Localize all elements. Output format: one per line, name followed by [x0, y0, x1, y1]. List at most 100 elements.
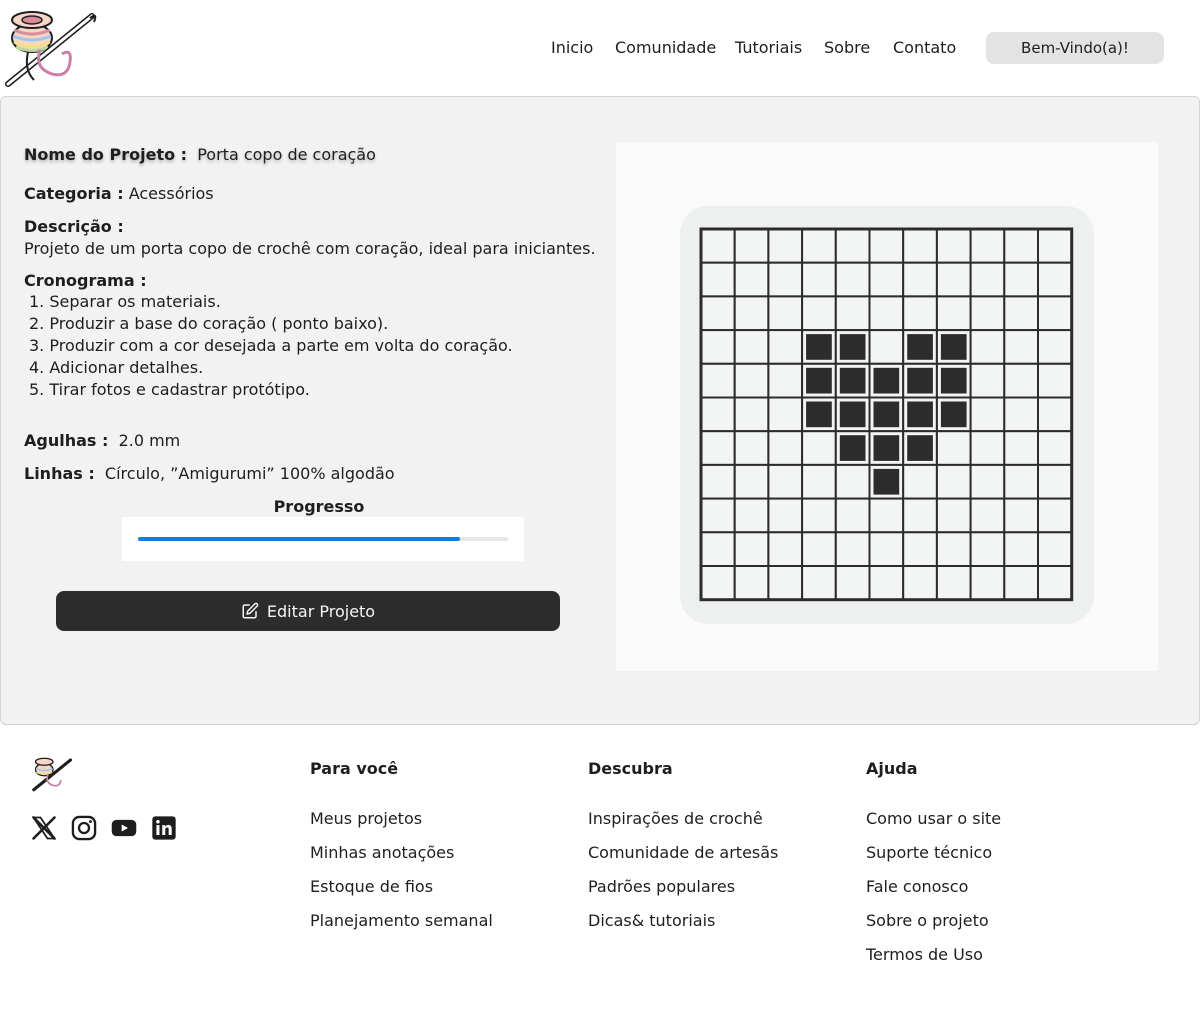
youtube-icon[interactable] — [110, 814, 138, 842]
pattern-cell-filled — [907, 367, 933, 394]
pattern-cell — [700, 295, 736, 332]
description-label: Descrição : — [24, 217, 124, 236]
pattern-cell — [767, 396, 804, 433]
footer-link-sobre-o-projeto[interactable]: Sobre o projeto — [866, 911, 989, 930]
pattern-cell — [767, 531, 804, 567]
pattern-cell — [767, 329, 804, 365]
pattern-cell-filled — [839, 435, 866, 461]
pattern-cell — [1037, 531, 1073, 567]
welcome-button[interactable]: Bem-Vindo(a)! — [986, 32, 1164, 64]
pattern-cell — [1003, 497, 1039, 534]
pattern-cell — [1003, 396, 1039, 433]
pattern-cell — [767, 430, 804, 466]
pattern-cell — [767, 497, 804, 534]
pattern-cell — [902, 295, 938, 332]
footer-link-planejamento-semanal[interactable]: Planejamento semanal — [310, 911, 493, 930]
site-header: Inicio Comunidade Tutoriais Sobre Contat… — [0, 0, 1200, 96]
pattern-cell — [767, 295, 804, 332]
nav-inicio[interactable]: Inicio — [551, 38, 593, 57]
pattern-cell — [733, 261, 770, 298]
pattern-cell — [733, 295, 770, 332]
footer-link-suporte-tecnico[interactable]: Suporte técnico — [866, 843, 992, 862]
pattern-cell-filled — [940, 401, 967, 428]
footer-link-fale-conosco[interactable]: Fale conosco — [866, 877, 968, 896]
pattern-cell — [801, 228, 837, 264]
project-name-value: Porta copo de coração — [197, 145, 376, 164]
pattern-cell — [969, 261, 1006, 298]
nav-comunidade[interactable]: Comunidade — [615, 38, 716, 57]
pattern-cell — [935, 228, 972, 264]
pattern-cell — [767, 228, 804, 264]
pattern-cell — [834, 261, 871, 298]
schedule-label-text: Cronograma : — [24, 271, 147, 290]
pattern-cell — [834, 531, 871, 567]
pattern-cell-filled — [873, 435, 900, 461]
pattern-cell — [1037, 463, 1073, 500]
pattern-cell — [767, 261, 804, 298]
pattern-cell — [834, 228, 871, 264]
pattern-cell — [733, 497, 770, 534]
pattern-cell-filled — [940, 367, 967, 394]
pattern-cell — [700, 531, 736, 567]
pattern-cell — [700, 463, 736, 500]
yarn-value: Círculo, ”Amigurumi” 100% algodão — [104, 464, 395, 483]
pattern-cell — [733, 362, 770, 399]
pattern-cell — [834, 497, 871, 534]
pattern-cell — [700, 497, 736, 534]
progress-label: Progresso — [273, 497, 365, 516]
instagram-icon[interactable] — [70, 814, 98, 842]
pattern-cell — [767, 463, 804, 500]
footer-link-meus-projetos[interactable]: Meus projetos — [310, 809, 422, 828]
pattern-cell — [902, 565, 938, 601]
x-icon[interactable] — [30, 814, 58, 842]
needles-label: Agulhas : — [24, 431, 109, 450]
linkedin-icon[interactable] — [150, 814, 178, 842]
footer-heading-ajuda: Ajuda — [866, 759, 918, 778]
pattern-cell-filled — [873, 401, 900, 428]
nav-tutoriais[interactable]: Tutoriais — [735, 38, 802, 57]
nav-sobre[interactable]: Sobre — [824, 38, 870, 57]
footer-link-como-usar[interactable]: Como usar o site — [866, 809, 1001, 828]
pattern-cell — [935, 565, 972, 601]
pattern-cell-filled — [839, 334, 866, 360]
pattern-cell — [935, 463, 972, 500]
pattern-cell — [801, 531, 837, 567]
footer-logo-icon[interactable] — [32, 756, 74, 792]
pattern-cell — [902, 228, 938, 264]
pattern-cell — [700, 228, 736, 264]
pattern-cell — [1003, 463, 1039, 500]
pattern-cell — [733, 396, 770, 433]
pattern-cell — [834, 565, 871, 601]
pattern-cell — [733, 329, 770, 365]
footer-link-comunidade-artesas[interactable]: Comunidade de artesãs — [588, 843, 778, 862]
pattern-cell — [868, 531, 905, 567]
pattern-cell — [969, 463, 1006, 500]
footer-link-estoque-de-fios[interactable]: Estoque de fios — [310, 877, 433, 896]
pattern-cell — [801, 497, 837, 534]
footer-link-inspiracoes[interactable]: Inspirações de crochê — [588, 809, 763, 828]
pattern-cell — [1037, 228, 1073, 264]
crochet-logo-icon[interactable] — [4, 8, 100, 88]
pattern-cell — [902, 463, 938, 500]
footer-heading-descubra: Descubra — [588, 759, 673, 778]
pattern-cell — [733, 228, 770, 264]
description-text: Projeto de um porta copo de crochê com c… — [24, 239, 596, 258]
pattern-cell — [801, 261, 837, 298]
pattern-cell — [1037, 329, 1073, 365]
footer-link-padroes-populares[interactable]: Padrões populares — [588, 877, 735, 896]
pattern-cell-filled — [940, 334, 967, 360]
pattern-cell — [969, 329, 1006, 365]
project-name-row: Nome do Projeto : Porta copo de coração — [24, 145, 376, 164]
pattern-cell — [969, 531, 1006, 567]
pattern-cell — [1003, 329, 1039, 365]
footer-link-dicas-tutoriais[interactable]: Dicas& tutoriais — [588, 911, 715, 930]
edit-project-button[interactable]: Editar Projeto — [56, 591, 560, 631]
pattern-cell — [969, 362, 1006, 399]
pattern-cell-filled — [873, 468, 900, 495]
footer-link-minhas-anotacoes[interactable]: Minhas anotações — [310, 843, 454, 862]
pattern-cell — [700, 329, 736, 365]
pattern-cell — [700, 362, 736, 399]
pattern-cell — [935, 295, 972, 332]
footer-link-termos-de-uso[interactable]: Termos de Uso — [866, 945, 983, 964]
nav-contato[interactable]: Contato — [893, 38, 956, 57]
